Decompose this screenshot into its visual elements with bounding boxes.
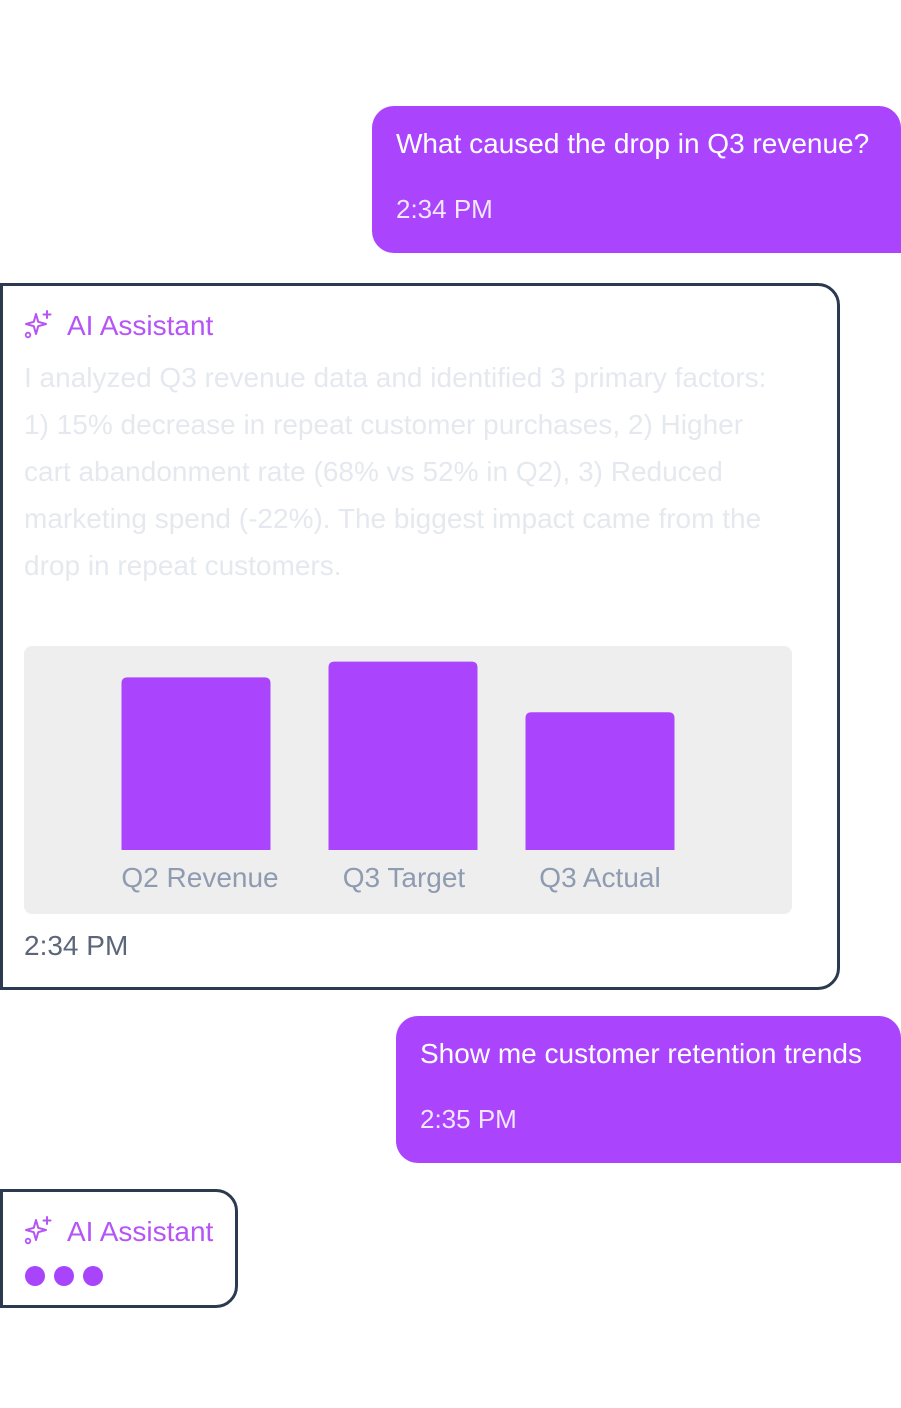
user-message: Show me customer retention trends 2:35 P…	[396, 1016, 901, 1163]
bar-q3-actual	[525, 712, 675, 850]
bar-chart-svg: Q2 Revenue Q3 Target Q3 Actual	[121, 661, 675, 893]
user-message-text: Show me customer retention trends	[420, 1038, 862, 1069]
sparkle-icon	[24, 1215, 54, 1250]
x-tick-label: Q3 Actual	[539, 862, 660, 893]
bar-q2-revenue	[121, 677, 271, 850]
assistant-typing-message: AI Assistant	[0, 1189, 238, 1308]
bar-q3-target	[328, 661, 478, 850]
assistant-header: AI Assistant	[24, 308, 213, 344]
assistant-message-text: I analyzed Q3 revenue data and identifie…	[24, 362, 767, 581]
assistant-name: AI Assistant	[67, 1216, 214, 1247]
assistant-message: AI Assistant I analyzed Q3 revenue data …	[0, 283, 840, 990]
typing-dot	[25, 1266, 45, 1286]
x-tick-label: Q2 Revenue	[121, 862, 278, 893]
typing-dot	[54, 1266, 74, 1286]
message-timestamp: 2:35 PM	[420, 1104, 517, 1134]
message-timestamp: 2:34 PM	[24, 930, 129, 961]
user-message: What caused the drop in Q3 revenue? 2:34…	[372, 106, 901, 253]
revenue-bar-chart: Q2 Revenue Q3 Target Q3 Actual	[24, 646, 792, 914]
typing-indicator	[25, 1266, 103, 1286]
x-tick-label: Q3 Target	[343, 862, 466, 893]
assistant-header: AI Assistant	[24, 1214, 213, 1250]
user-message-text: What caused the drop in Q3 revenue?	[396, 128, 870, 159]
typing-dot	[83, 1266, 103, 1286]
message-timestamp: 2:34 PM	[396, 194, 493, 224]
assistant-name: AI Assistant	[67, 310, 214, 341]
sparkle-icon	[24, 309, 54, 344]
chat-transcript: What caused the drop in Q3 revenue? 2:34…	[0, 0, 901, 1408]
